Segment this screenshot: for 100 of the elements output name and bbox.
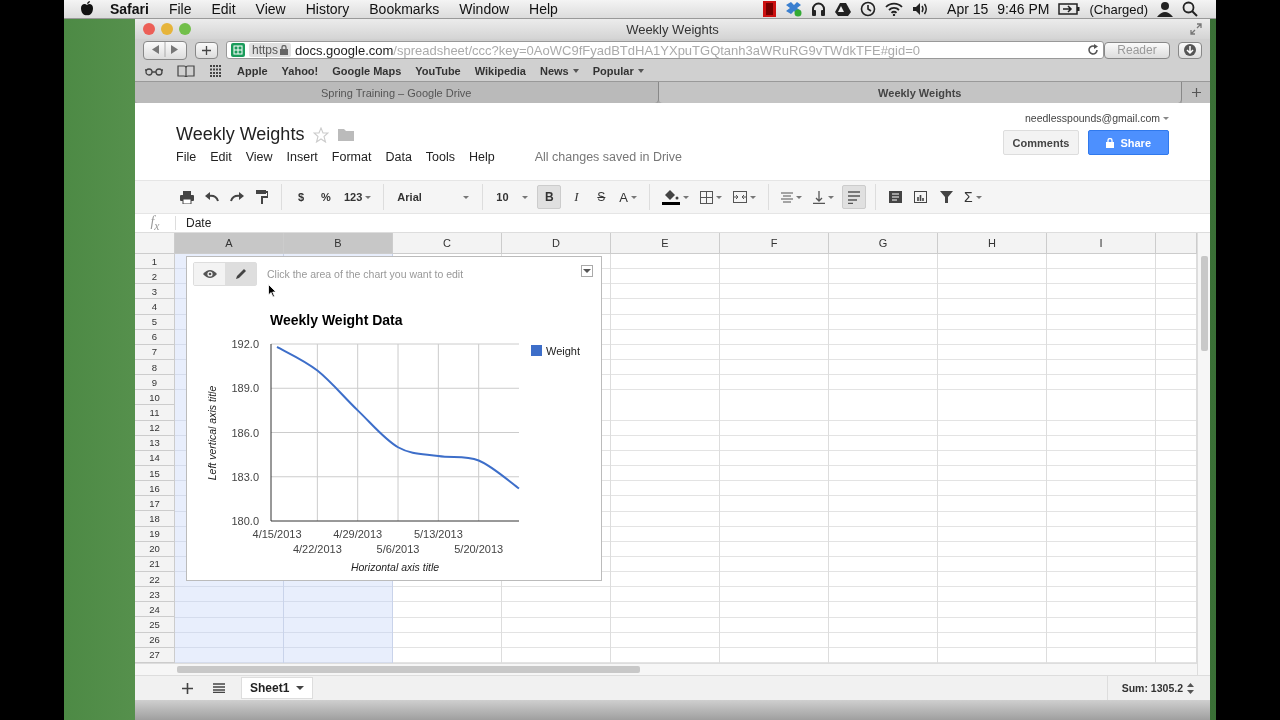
row-number[interactable]: 11 — [135, 405, 175, 421]
wrap-button[interactable] — [842, 185, 867, 209]
triangle-icon[interactable] — [835, 2, 852, 16]
chart-title: Weekly Weight Data — [270, 312, 403, 328]
film-icon[interactable] — [763, 1, 777, 17]
vertical-scrollbar[interactable] — [1197, 233, 1210, 675]
grid-icon[interactable] — [209, 65, 223, 77]
search-icon[interactable] — [1182, 1, 1198, 17]
row-number[interactable]: 16 — [135, 481, 175, 497]
column-header[interactable]: F — [720, 233, 829, 254]
book-icon[interactable] — [177, 65, 195, 77]
row-number[interactable]: 10 — [135, 390, 175, 406]
battery-icon[interactable] — [1058, 3, 1081, 15]
menu-clock[interactable]: 9:46 PM — [997, 1, 1050, 17]
address-field[interactable]: https docs.google.com/spreadsheet/ccc?key=0AoWC9fFyadBTdHA1YXpuTGQtanh3aWRuRG9vTWdkTFE#gid=0 — [226, 41, 1104, 59]
printer-icon — [180, 190, 194, 204]
menu-item[interactable]: View — [245, 150, 273, 164]
column-header[interactable]: A — [175, 233, 284, 254]
star-icon[interactable] — [313, 126, 330, 143]
close-button[interactable] — [143, 23, 155, 35]
menu-date[interactable]: Apr 15 — [947, 1, 989, 17]
url-path: /spreadsheet/ccc?key=0AoWC9fFyadBTdHA1YXpuTGQtanh3aWRuRG9vTWdkTFE#gid=0 — [393, 42, 921, 58]
app-menu[interactable]: Safari — [110, 1, 149, 17]
fullscreen-icon[interactable] — [1190, 23, 1202, 35]
formula-field[interactable]: Date — [175, 216, 212, 230]
new-tab-icon[interactable] — [1191, 88, 1201, 97]
reload-icon[interactable] — [1087, 44, 1099, 56]
bookmark-link[interactable]: Apple — [237, 65, 268, 77]
bookmark-menu[interactable]: Popular — [592, 65, 644, 77]
menu-item[interactable]: View — [255, 1, 286, 17]
column-header[interactable]: H — [938, 233, 1047, 254]
downloads-button[interactable] — [1178, 41, 1202, 59]
column-header[interactable]: B — [284, 233, 393, 254]
row-number[interactable]: 3 — [135, 284, 175, 300]
clock-icon[interactable] — [860, 1, 877, 17]
bookmark-menu[interactable]: News — [539, 65, 579, 77]
menu-item[interactable]: File — [176, 150, 197, 164]
number-format-dropdown[interactable]: 123 — [341, 185, 375, 209]
font-dropdown[interactable]: Arial — [393, 185, 474, 209]
bookmark-link[interactable]: Google Maps — [332, 65, 402, 77]
row-number[interactable]: 18 — [135, 511, 175, 527]
plus-icon — [181, 682, 193, 694]
currency-button[interactable]: $ — [291, 185, 311, 209]
bookmark-link[interactable]: Wikipedia — [474, 65, 526, 77]
new-tab-button[interactable] — [195, 41, 218, 59]
strikethrough-button[interactable]: S — [591, 185, 612, 209]
menu-item[interactable]: Help — [529, 1, 558, 17]
menu-item[interactable]: Help — [469, 150, 495, 164]
row-number[interactable]: 9 — [135, 375, 175, 391]
account-menu[interactable]: needlesspounds@gmail.com — [1025, 112, 1169, 124]
box-icon[interactable] — [785, 1, 803, 17]
row-number[interactable]: 4 — [135, 299, 175, 315]
menu-item[interactable]: Edit — [210, 150, 232, 164]
menu-item[interactable]: Edit — [211, 1, 236, 17]
mode-button[interactable] — [225, 263, 256, 285]
row-number[interactable]: 23 — [135, 587, 175, 603]
bold-button[interactable]: B — [537, 185, 562, 209]
menu-item[interactable]: Tools — [425, 150, 456, 164]
row-number[interactable]: 25 — [135, 617, 175, 633]
browser-tab[interactable]: Spring Training – Google Drive — [135, 82, 659, 103]
mode-button[interactable] — [194, 263, 225, 285]
text-color-dropdown[interactable]: A — [616, 185, 641, 209]
horizontal-scrollbar[interactable] — [135, 662, 1197, 675]
legend-label: Weight — [546, 345, 581, 357]
glasses-icon[interactable] — [145, 66, 163, 76]
bookmark-link[interactable]: Yahoo! — [281, 65, 319, 77]
bookmark-link[interactable]: YouTube — [415, 65, 461, 77]
x-tick-label: 4/15/2013 — [252, 528, 302, 540]
column-header[interactable]: E — [611, 233, 720, 254]
apple-icon[interactable] — [80, 1, 94, 17]
y-tick-label: 180.0 — [231, 515, 259, 527]
document-title[interactable]: Weekly Weights — [176, 124, 305, 145]
menu-item[interactable]: Window — [459, 1, 510, 17]
menu-item[interactable]: Format — [331, 150, 372, 164]
column-header[interactable]: I — [1047, 233, 1156, 254]
menu-item[interactable]: File — [168, 1, 192, 17]
sheet-tab[interactable]: Sheet1 — [241, 677, 314, 699]
menu-item[interactable]: History — [305, 1, 350, 17]
user-icon[interactable] — [1157, 1, 1173, 17]
menu-item[interactable]: Data — [385, 150, 412, 164]
chart-icon — [913, 190, 929, 204]
row-number[interactable]: 17 — [135, 496, 175, 512]
row-number[interactable]: 2 — [135, 269, 175, 285]
percent-button[interactable]: % — [316, 185, 336, 209]
column-header[interactable]: D — [502, 233, 611, 254]
italic-button[interactable]: I — [566, 185, 587, 209]
menu-item[interactable]: Bookmarks — [369, 1, 440, 17]
functions-dropdown[interactable]: Σ — [961, 185, 985, 209]
headphones-icon[interactable] — [811, 1, 827, 17]
menu-item[interactable]: Insert — [286, 150, 318, 164]
back-forward-buttons[interactable] — [143, 40, 187, 60]
row-number[interactable]: 1 — [135, 254, 175, 270]
row-number[interactable]: 24 — [135, 602, 175, 618]
browser-tab[interactable]: Weekly Weights — [658, 82, 1182, 103]
chart-menu-button[interactable] — [581, 265, 593, 277]
wifi-icon[interactable] — [885, 2, 904, 16]
font-size-dropdown[interactable]: 10 — [492, 185, 533, 209]
column-header[interactable]: G — [829, 233, 938, 254]
comments-button[interactable]: Comments — [1002, 130, 1080, 155]
column-header[interactable]: C — [393, 233, 502, 254]
